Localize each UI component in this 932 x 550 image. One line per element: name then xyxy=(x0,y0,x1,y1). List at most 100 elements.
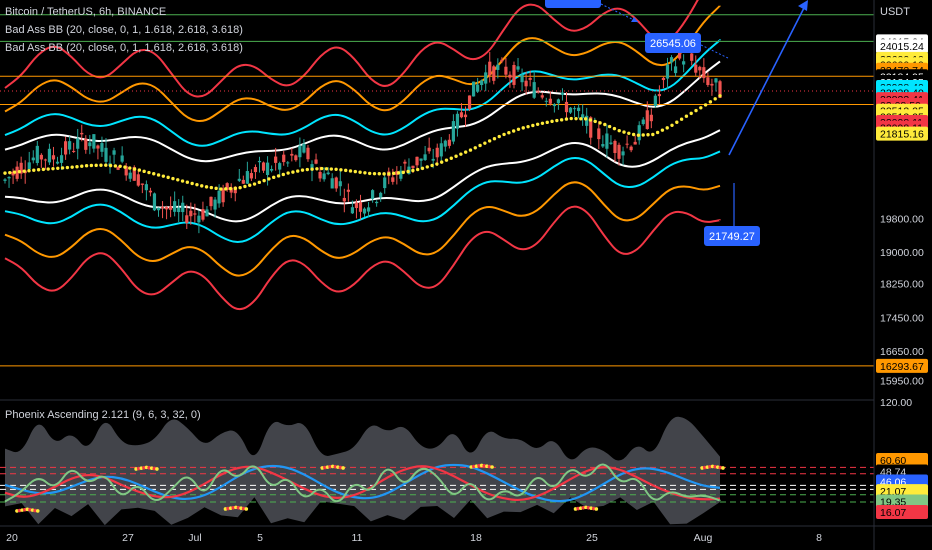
basis-dot xyxy=(569,116,573,121)
basis-dot xyxy=(132,167,137,171)
candle-body xyxy=(358,202,363,212)
candle-body xyxy=(201,209,205,220)
candle-body xyxy=(621,151,625,156)
candle-body xyxy=(144,184,148,191)
basis-dot xyxy=(320,166,324,171)
candle-body xyxy=(128,172,132,179)
basis-dot xyxy=(214,186,218,191)
candle-body xyxy=(471,81,476,97)
candle-body xyxy=(379,192,383,198)
basis-dot xyxy=(185,180,190,184)
candle-body xyxy=(92,134,96,149)
osc-axis-tag-text: 120.00 xyxy=(880,397,912,409)
osc-extreme-dot-1 xyxy=(155,467,159,471)
indicator-label-1[interactable]: Bad Ass BB (20, close, 0, 1, 1.618, 2.61… xyxy=(5,24,243,36)
basis-dot xyxy=(46,167,50,171)
candle-body xyxy=(524,80,528,87)
candle-body xyxy=(682,61,686,65)
candle-body xyxy=(488,61,492,76)
candle-body xyxy=(423,154,427,161)
basis-dot xyxy=(507,130,511,135)
basis-dot xyxy=(617,128,621,133)
candle-body xyxy=(314,159,318,164)
basis-dot xyxy=(406,169,410,174)
candle-body xyxy=(633,141,637,145)
basis-dot xyxy=(334,167,338,171)
basis-dot xyxy=(281,172,286,177)
candle-body xyxy=(669,57,674,63)
basis-dot xyxy=(387,172,391,176)
candle-body xyxy=(338,181,342,187)
oscillator-label[interactable]: Phoenix Ascending 2.121 (9, 6, 3, 32, 0) xyxy=(5,409,201,421)
candle-body xyxy=(253,167,258,173)
basis-dot xyxy=(540,121,545,126)
candle-body xyxy=(617,144,621,159)
basis-dot xyxy=(267,177,271,181)
candle-body xyxy=(476,84,480,92)
basis-dot xyxy=(382,172,386,176)
basis-dot xyxy=(300,168,305,172)
basis-dot xyxy=(574,116,578,121)
callout-high-text: 26545.06 xyxy=(650,38,696,50)
candle-body xyxy=(72,150,76,152)
candle-body xyxy=(657,94,662,97)
candle-body xyxy=(47,148,52,163)
axis-price-tag-text: 16293.67 xyxy=(880,361,924,373)
currency-label: USDT xyxy=(880,6,910,18)
candle-body xyxy=(431,158,435,161)
basis-dot xyxy=(276,174,281,178)
time-tick-label: 11 xyxy=(352,532,363,544)
basis-dot xyxy=(94,163,98,168)
basis-dot xyxy=(190,181,194,186)
candle-body xyxy=(120,155,124,162)
candle-body xyxy=(609,142,613,144)
candle-body xyxy=(152,193,157,211)
candle-body xyxy=(568,107,573,113)
indicator-label-2[interactable]: Bad Ass BB (20, close, 0, 1, 1.618, 2.61… xyxy=(5,42,243,54)
basis-dot xyxy=(238,185,242,190)
basis-dot xyxy=(598,121,602,125)
basis-dot xyxy=(315,167,319,171)
basis-dot xyxy=(99,163,103,167)
candle-body xyxy=(439,143,443,157)
basis-dot xyxy=(339,168,343,172)
trading-chart[interactable]: 26545.06 21749.27 19800.00 19000.00 18250.0… xyxy=(0,0,932,550)
osc-extreme-dot-6 xyxy=(721,466,725,470)
candle-body xyxy=(597,128,601,140)
candle-body xyxy=(164,207,169,210)
basis-dot xyxy=(252,182,257,186)
basis-dot xyxy=(104,163,108,167)
basis-dot xyxy=(161,174,166,178)
candle-body xyxy=(637,125,641,141)
basis-dot xyxy=(56,166,60,170)
basis-dot xyxy=(195,182,199,187)
basis-dot xyxy=(36,168,41,172)
candle-body xyxy=(698,66,702,71)
candle-body xyxy=(205,209,209,217)
candle-body xyxy=(63,141,68,155)
basis-dot xyxy=(670,123,674,127)
candle-body xyxy=(326,172,330,175)
basis-dot xyxy=(545,120,549,125)
candle-body xyxy=(55,161,60,164)
time-tick-label: 25 xyxy=(586,532,598,544)
candle-body xyxy=(411,165,415,169)
candle-body xyxy=(544,100,548,102)
osc-extreme-dot-3 xyxy=(341,466,345,470)
candle-body xyxy=(156,207,161,211)
symbol-title[interactable]: Bitcoin / TetherUS, 6h, BINANCE xyxy=(5,6,166,18)
basis-dot xyxy=(233,186,238,191)
basis-dot xyxy=(415,167,420,172)
candle-body xyxy=(354,202,359,209)
candle-body xyxy=(43,159,47,161)
basis-dot xyxy=(579,117,583,121)
basis-dot xyxy=(708,100,713,104)
basis-dot xyxy=(636,133,641,137)
candle-body xyxy=(217,190,221,204)
candle-body xyxy=(245,171,249,184)
basis-dot xyxy=(497,134,501,139)
basis-dot xyxy=(516,127,521,131)
candle-body xyxy=(306,147,310,160)
candle-body xyxy=(492,66,496,81)
candle-body xyxy=(528,78,532,80)
